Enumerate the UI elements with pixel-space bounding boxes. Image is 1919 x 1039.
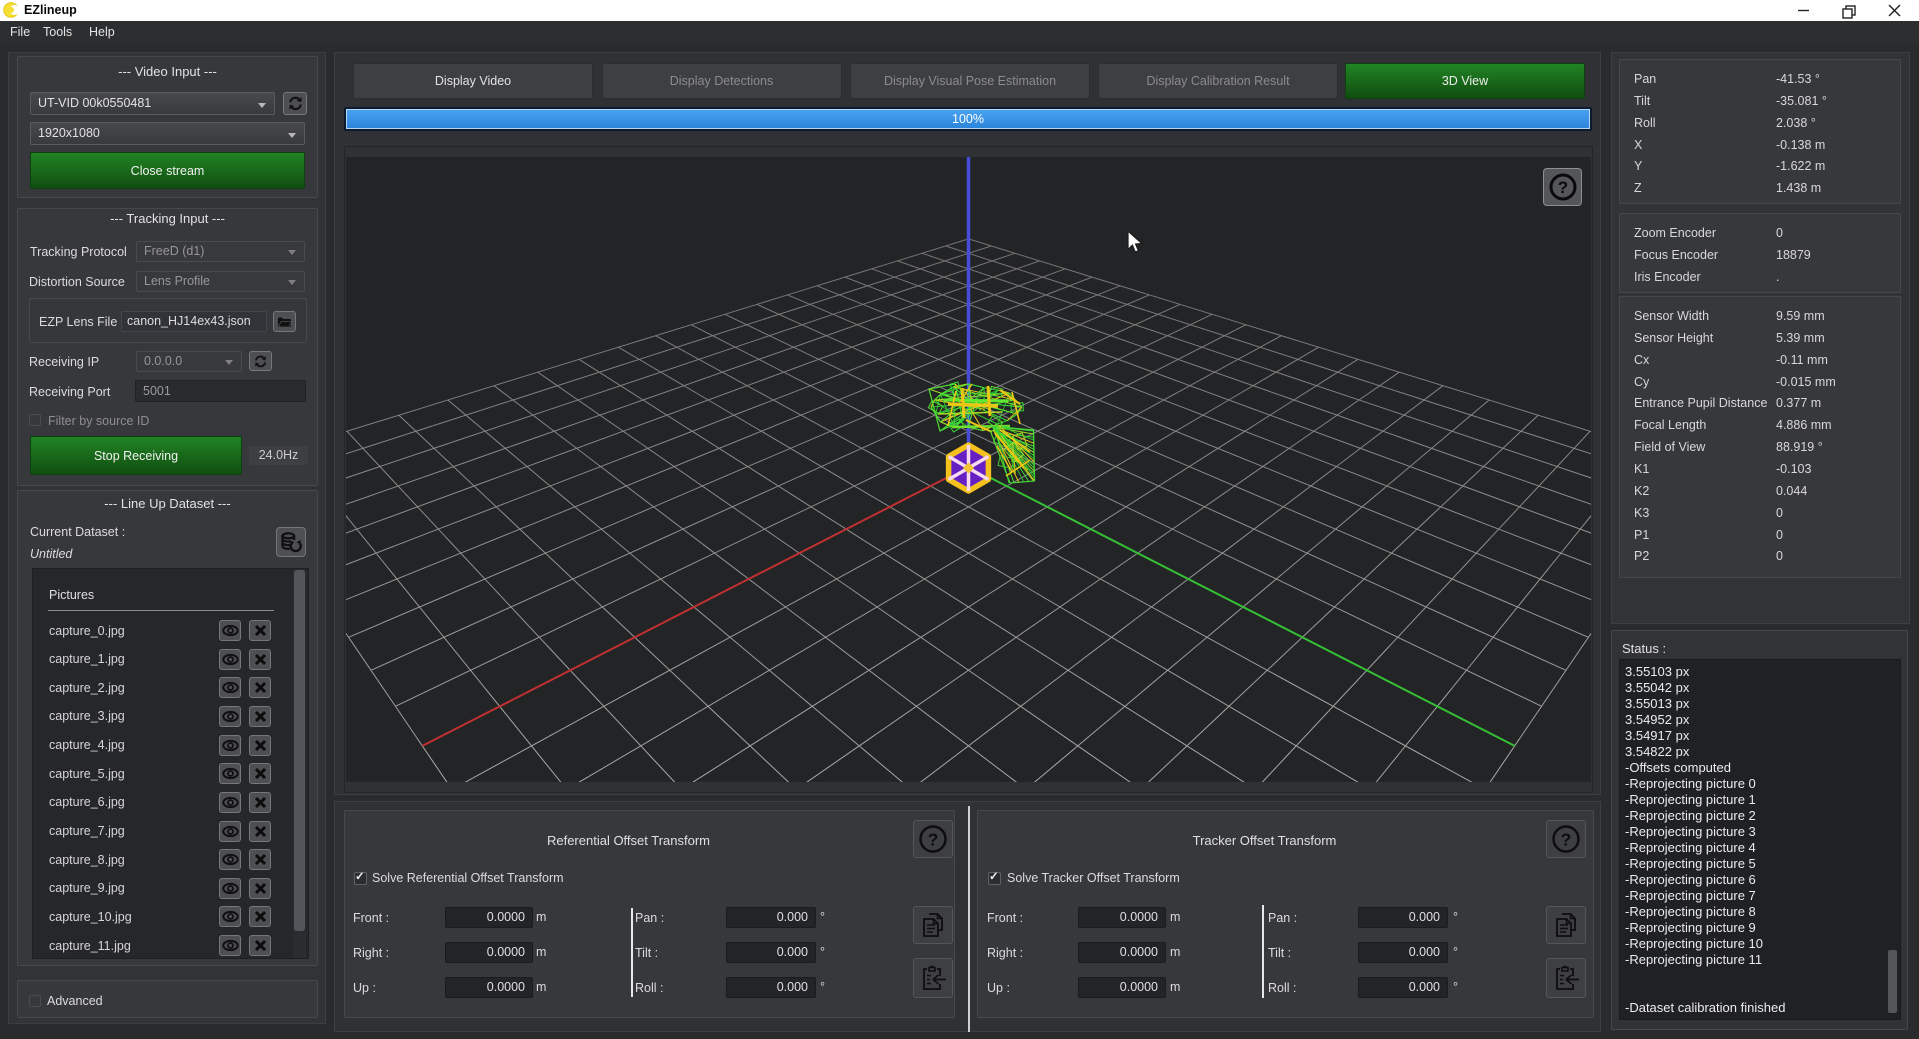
svg-text:?: ? [1561,829,1572,849]
svg-text:?: ? [1557,178,1567,197]
svg-text:?: ? [928,829,939,849]
